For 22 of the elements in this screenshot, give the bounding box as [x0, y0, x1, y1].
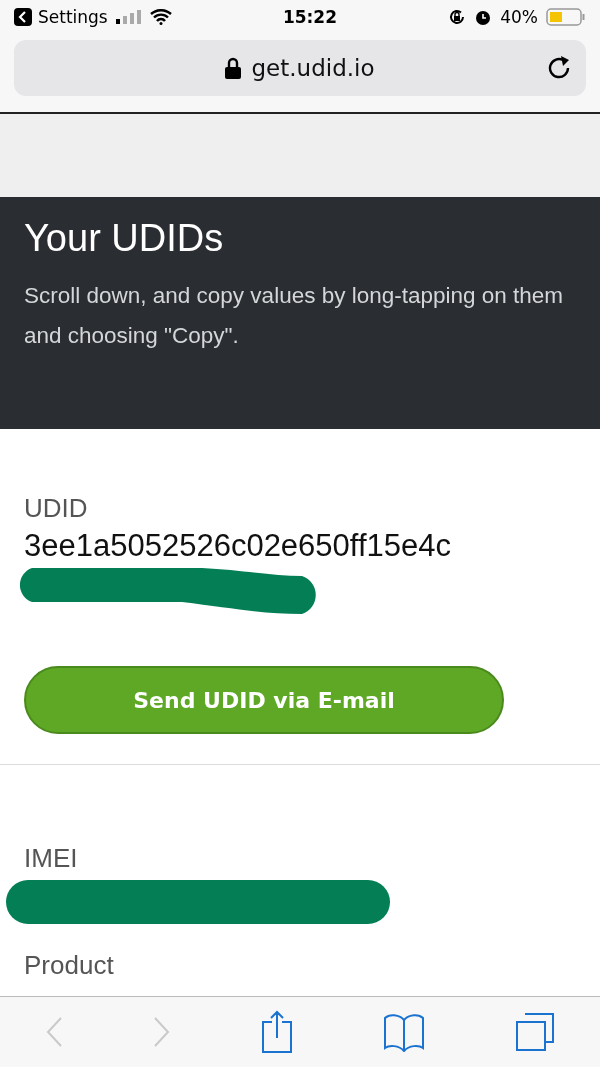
- page-title: Your UDIDs: [24, 217, 225, 260]
- url-text: get.udid.io: [251, 55, 375, 81]
- forward-icon: [153, 1016, 171, 1048]
- wifi-icon: [149, 9, 172, 25]
- field-label: IMEI: [24, 843, 78, 874]
- book-icon: [383, 1012, 425, 1052]
- battery-percent: 40%: [500, 7, 538, 27]
- share-icon: [261, 1010, 293, 1054]
- udid-value: 3ee1a5052526c02e650ff15e4c: [24, 528, 451, 564]
- tabs-icon: [515, 1012, 555, 1052]
- back-icon: [14, 8, 32, 26]
- rotation-lock-icon: [448, 8, 467, 26]
- back-icon: [45, 1016, 63, 1048]
- field-label: UDID: [24, 493, 88, 524]
- field-label: Product: [24, 950, 114, 981]
- battery-icon: [546, 8, 586, 26]
- back-label[interactable]: Settings: [38, 7, 108, 27]
- page-subtitle: Scroll down, and copy values by long-tapping on them and choosing "Copy".: [24, 282, 565, 350]
- signal-icon: [115, 10, 142, 24]
- clock-time: 15:22: [282, 7, 338, 27]
- address-bar[interactable]: get.udid.io: [14, 40, 586, 96]
- lock-icon: [225, 57, 242, 79]
